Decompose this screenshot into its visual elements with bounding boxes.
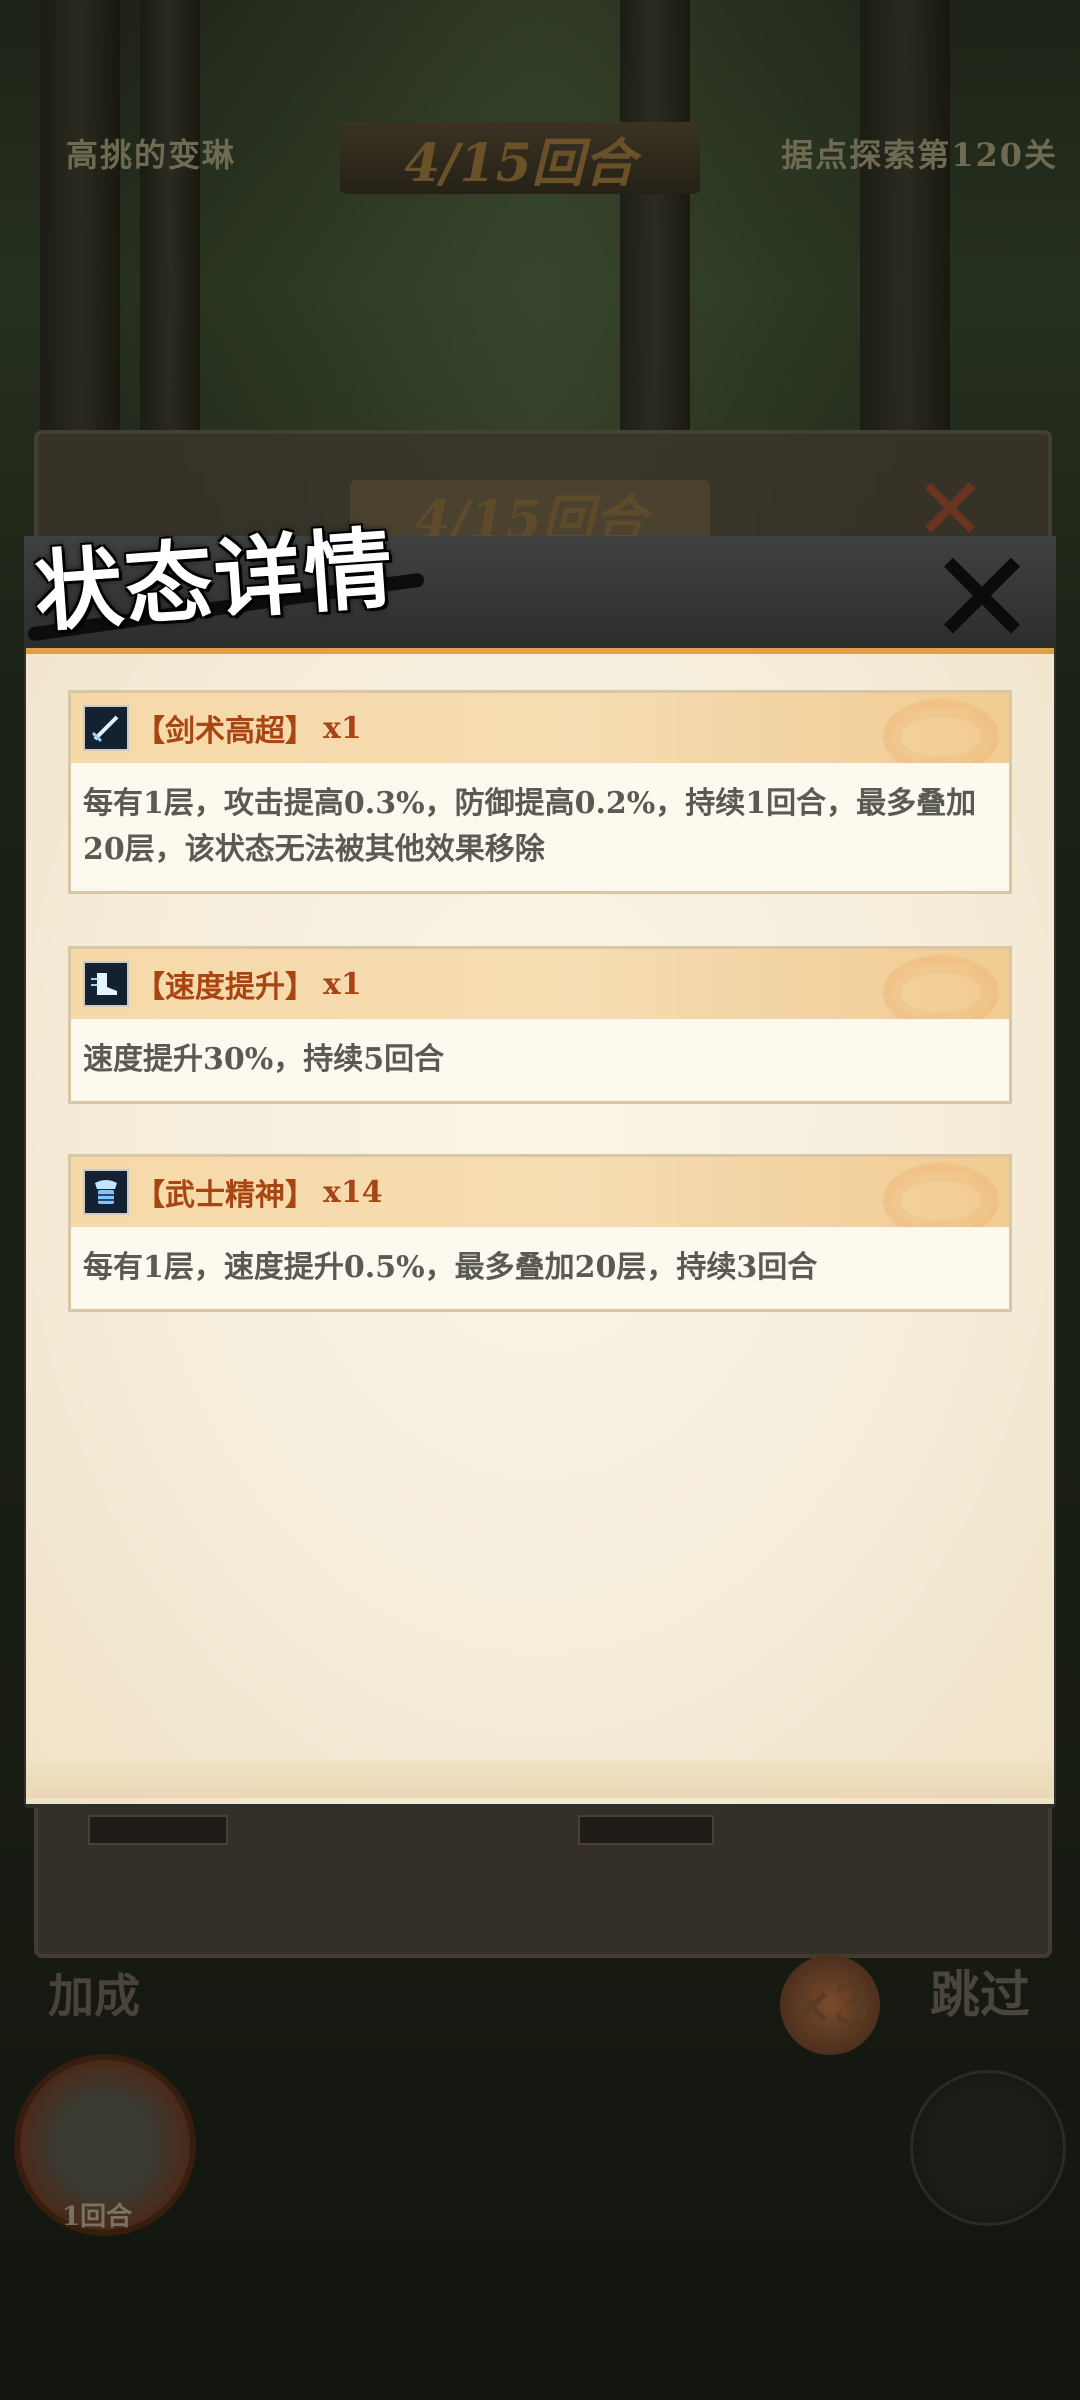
speed-boot-icon <box>83 961 129 1007</box>
status-card-header: 【武士精神】 x14 <box>71 1157 1009 1227</box>
status-stack: x1 <box>323 710 362 746</box>
round-indicator: 4/15回合 <box>340 122 700 194</box>
paper-bottom <box>26 1760 1054 1798</box>
status-stack: x14 <box>323 1174 383 1210</box>
status-name: 【速度提升】 <box>135 970 315 1005</box>
sword-icon <box>83 705 129 751</box>
samurai-armor-icon <box>83 1169 129 1215</box>
background-slot <box>578 1815 714 1845</box>
status-card-header: 【剑术高超】 x1 <box>71 693 1009 763</box>
modal-title: 状态详情 <box>31 515 398 645</box>
swirl-decoration <box>883 699 999 763</box>
status-stack: x1 <box>323 966 362 1002</box>
tree-trunk <box>140 0 200 430</box>
skill-round-label: 1回合 <box>62 2202 133 2232</box>
status-card: 【武士精神】 x14 每有1层，速度提升0.5%，最多叠加20层，持续3回合 <box>68 1154 1012 1312</box>
tree-trunk <box>40 0 120 430</box>
status-description: 每有1层，速度提升0.5%，最多叠加20层，持续3回合 <box>83 1250 818 1285</box>
swirl-decoration <box>883 955 999 1019</box>
round-text: 4/15回合 <box>404 132 636 194</box>
status-card: 【速度提升】 x1 速度提升30%，持续5回合 <box>68 946 1012 1104</box>
status-description: 速度提升30%，持续5回合 <box>83 1042 445 1077</box>
status-name: 【剑术高超】 <box>135 714 315 749</box>
stage-label: 据点探索第120关 <box>781 136 1058 174</box>
background-slot <box>88 1815 228 1845</box>
status-card: 【剑术高超】 x1 每有1层，攻击提高0.3%，防御提高0.2%，持续1回合，最… <box>68 690 1012 894</box>
close-icon[interactable]: ✕ <box>922 533 1042 663</box>
status-description: 每有1层，攻击提高0.3%，防御提高0.2%，持续1回合，最多叠加20层，该状态… <box>83 786 977 867</box>
tree-trunk <box>620 0 690 430</box>
speed-button[interactable]: ×3 <box>780 1955 880 2055</box>
action-orb[interactable] <box>910 2070 1066 2226</box>
skip-button[interactable]: 跳过 <box>930 1955 1040 2045</box>
tree-trunk <box>860 0 950 430</box>
status-name: 【武士精神】 <box>135 1178 315 1213</box>
status-card-header: 【速度提升】 x1 <box>71 949 1009 1019</box>
enemy-name: 高挑的变琳 <box>66 136 237 174</box>
swirl-decoration <box>883 1163 999 1227</box>
bonus-label: 加成 <box>48 1969 140 2023</box>
